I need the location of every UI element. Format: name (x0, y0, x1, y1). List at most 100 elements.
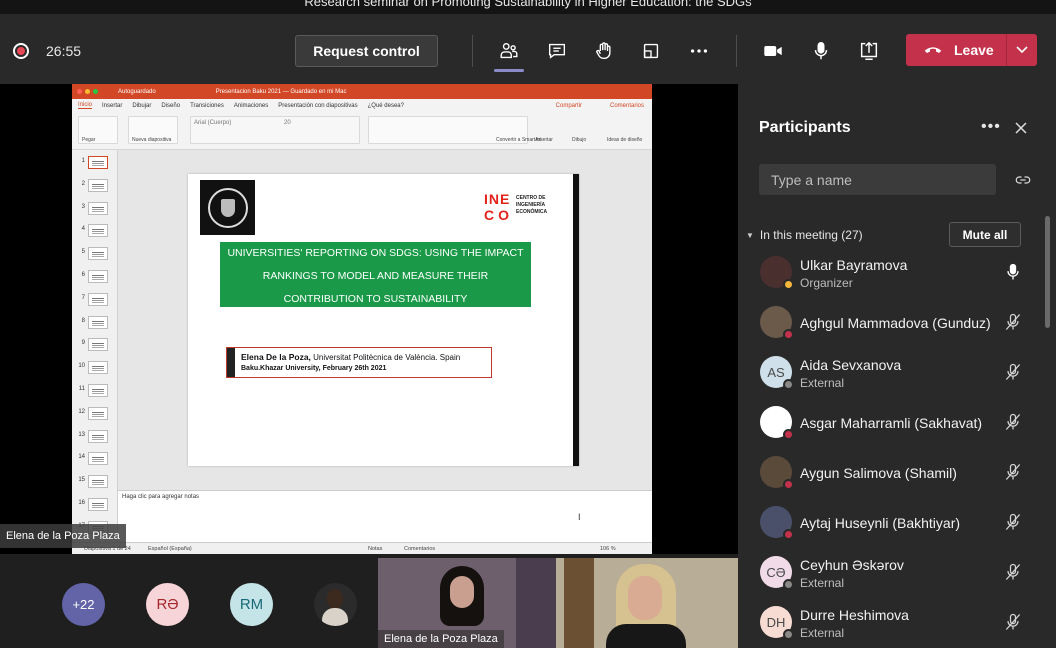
raise-hand-icon[interactable] (591, 38, 617, 64)
slide-thumbnail-preview (88, 224, 108, 238)
microphone-muted-icon[interactable] (1003, 562, 1023, 582)
microphone-muted-icon[interactable] (1003, 312, 1023, 332)
request-control-button[interactable]: Request control (295, 35, 438, 67)
leave-main-button[interactable]: Leave (906, 34, 1006, 66)
participant-row[interactable]: Aytaj Huseynli (Bakhtiyar) (738, 500, 1044, 550)
active-tab-indicator (494, 69, 524, 72)
people-icon[interactable] (496, 38, 522, 64)
slide-thumbnail-number: 3 (81, 203, 85, 210)
participant-row[interactable]: DH Durre Heshimova External (738, 600, 1044, 648)
tab-presentacion: Presentación con diapositivas (278, 102, 358, 109)
chat-icon[interactable] (544, 38, 570, 64)
microphone-muted-icon[interactable] (1003, 412, 1023, 432)
leave-label: Leave (954, 42, 994, 58)
slide-thumbnail: 8 (76, 314, 116, 332)
participant-role: External (800, 576, 845, 590)
participant-avatar: DH (760, 606, 794, 640)
close-dot-icon (77, 89, 82, 94)
ppt-title-bar: Autoguardado Presentacion Baku 2021 — Gu… (72, 84, 652, 99)
close-icon[interactable] (1013, 120, 1029, 136)
status-comments: Comentarios (404, 546, 436, 552)
ineco-logo-text: CENTRO DE INGENIERÍA ECONÓMICA (516, 195, 548, 215)
microphone-icon[interactable] (808, 38, 834, 64)
participant-avatar-initials[interactable]: RƏ (146, 583, 189, 626)
slide-thumbnail: 5 (76, 245, 116, 263)
participant-row[interactable]: Asgar Maharramli (Sakhavat) (738, 400, 1044, 450)
microphone-muted-icon[interactable] (1003, 462, 1023, 482)
slide-thumbnail-number: 13 (78, 431, 85, 438)
ineco-logo-line2: CO (484, 207, 513, 223)
participant-role: Organizer (800, 276, 853, 290)
ppt-ribbon: Pegar Nueva diapositiva Arial (Cuerpo) 2… (72, 112, 652, 150)
slide-thumbnail: 6 (76, 268, 116, 286)
participant-gallery-strip: +22 RƏ RM Elena de la Poza Plaza (0, 554, 738, 648)
breakout-rooms-icon[interactable] (638, 38, 664, 64)
presence-status-icon (783, 379, 794, 390)
microphone-muted-icon[interactable] (1003, 612, 1023, 632)
slide-thumbnail: 10 (76, 359, 116, 377)
slide-thumbnail-preview (88, 270, 108, 283)
slide-thumbnail-number: 14 (78, 454, 85, 461)
video-tile-presenter[interactable]: Elena de la Poza Plaza (378, 558, 556, 648)
participant-name: Aghgul Mammadova (Gunduz) (800, 315, 991, 331)
slide-thumbnail: 15 (76, 473, 116, 491)
in-meeting-section-header[interactable]: ▼ In this meeting (27) (746, 228, 863, 242)
slide-thumbnail-number: 15 (78, 477, 85, 484)
participant-avatar-photo[interactable] (314, 583, 357, 626)
share-screen-icon[interactable] (856, 38, 882, 64)
slide-thumbnail-number: 2 (81, 180, 85, 187)
participant-avatar (760, 306, 794, 340)
more-options-icon[interactable] (686, 38, 712, 64)
slide-thumbnail-preview (88, 247, 108, 261)
ppt-ribbon-tabs: Inicio Insertar Dibujar Diseño Transicio… (72, 99, 652, 112)
participant-row[interactable]: CƏ Ceyhun Əskərov External (738, 550, 1044, 600)
participant-row[interactable]: Ulkar Bayramova Organizer (738, 250, 1044, 300)
slide-thumbnail: 2 (76, 177, 116, 195)
share-invite-link-icon[interactable] (1014, 171, 1032, 189)
more-options-icon[interactable]: ••• (981, 118, 1001, 136)
more-participants-button[interactable]: +22 (62, 583, 105, 626)
participant-initials: AS (767, 364, 785, 380)
powerpoint-window: Autoguardado Presentacion Baku 2021 — Gu… (72, 84, 652, 554)
participant-name: Ceyhun Əskərov (800, 557, 904, 573)
participant-avatar (760, 256, 794, 290)
presence-status-icon (783, 329, 794, 340)
participant-avatar-initials[interactable]: RM (230, 583, 273, 626)
participant-row[interactable]: AS Aida Sevxanova External (738, 350, 1044, 400)
participant-name: Aygun Salimova (Shamil) (800, 465, 957, 481)
tab-dibujar: Dibujar (132, 102, 152, 109)
recording-indicator-icon (13, 43, 29, 59)
video-tile-self[interactable] (556, 558, 738, 648)
microphone-muted-icon[interactable] (1003, 362, 1023, 382)
slide-title: UNIVERSITIES' REPORTING ON SDGS: USING T… (220, 242, 531, 307)
slide-thumbnail-preview (88, 156, 108, 169)
slide-thumbnail-number: 9 (81, 340, 85, 347)
ribbon-label-paste: Pegar (82, 137, 96, 143)
slide-thumbnail-preview (88, 384, 108, 397)
chevron-down-icon[interactable] (1007, 34, 1037, 66)
toolbar-divider (736, 35, 737, 67)
slide-thumbnail-preview (88, 452, 108, 466)
participant-search-input[interactable] (759, 164, 996, 195)
leave-button[interactable]: Leave (906, 34, 1037, 66)
participant-name: Ulkar Bayramova (800, 257, 908, 273)
slide-thumbnail-number: 4 (81, 226, 85, 233)
slide-thumbnail-preview (88, 178, 108, 192)
camera-icon[interactable] (760, 38, 786, 64)
slide-thumbnail-number: 8 (81, 317, 85, 324)
meeting-timer: 26:55 (46, 43, 82, 59)
presence-status-icon (783, 479, 794, 490)
document-title: Presentacion Baku 2021 — Guardado en mi … (215, 88, 347, 95)
slide-thumbnail: 9 (76, 336, 116, 354)
participant-row[interactable]: Aygun Salimova (Shamil) (738, 450, 1044, 500)
panel-scrollbar[interactable] (1045, 216, 1050, 328)
participant-row[interactable]: Aghgul Mammadova (Gunduz) (738, 300, 1044, 350)
panel-title: Participants (759, 119, 851, 136)
microphone-muted-icon[interactable] (1003, 512, 1023, 532)
mute-all-button[interactable]: Mute all (949, 222, 1021, 247)
ineco-logo: INE CO CENTRO DE INGENIERÍA ECONÓMICA (484, 192, 564, 226)
tab-inicio: Inicio (78, 102, 93, 109)
hang-up-icon (924, 47, 942, 53)
autosave-label: Autoguardado (118, 88, 156, 95)
microphone-icon[interactable] (1003, 262, 1023, 282)
